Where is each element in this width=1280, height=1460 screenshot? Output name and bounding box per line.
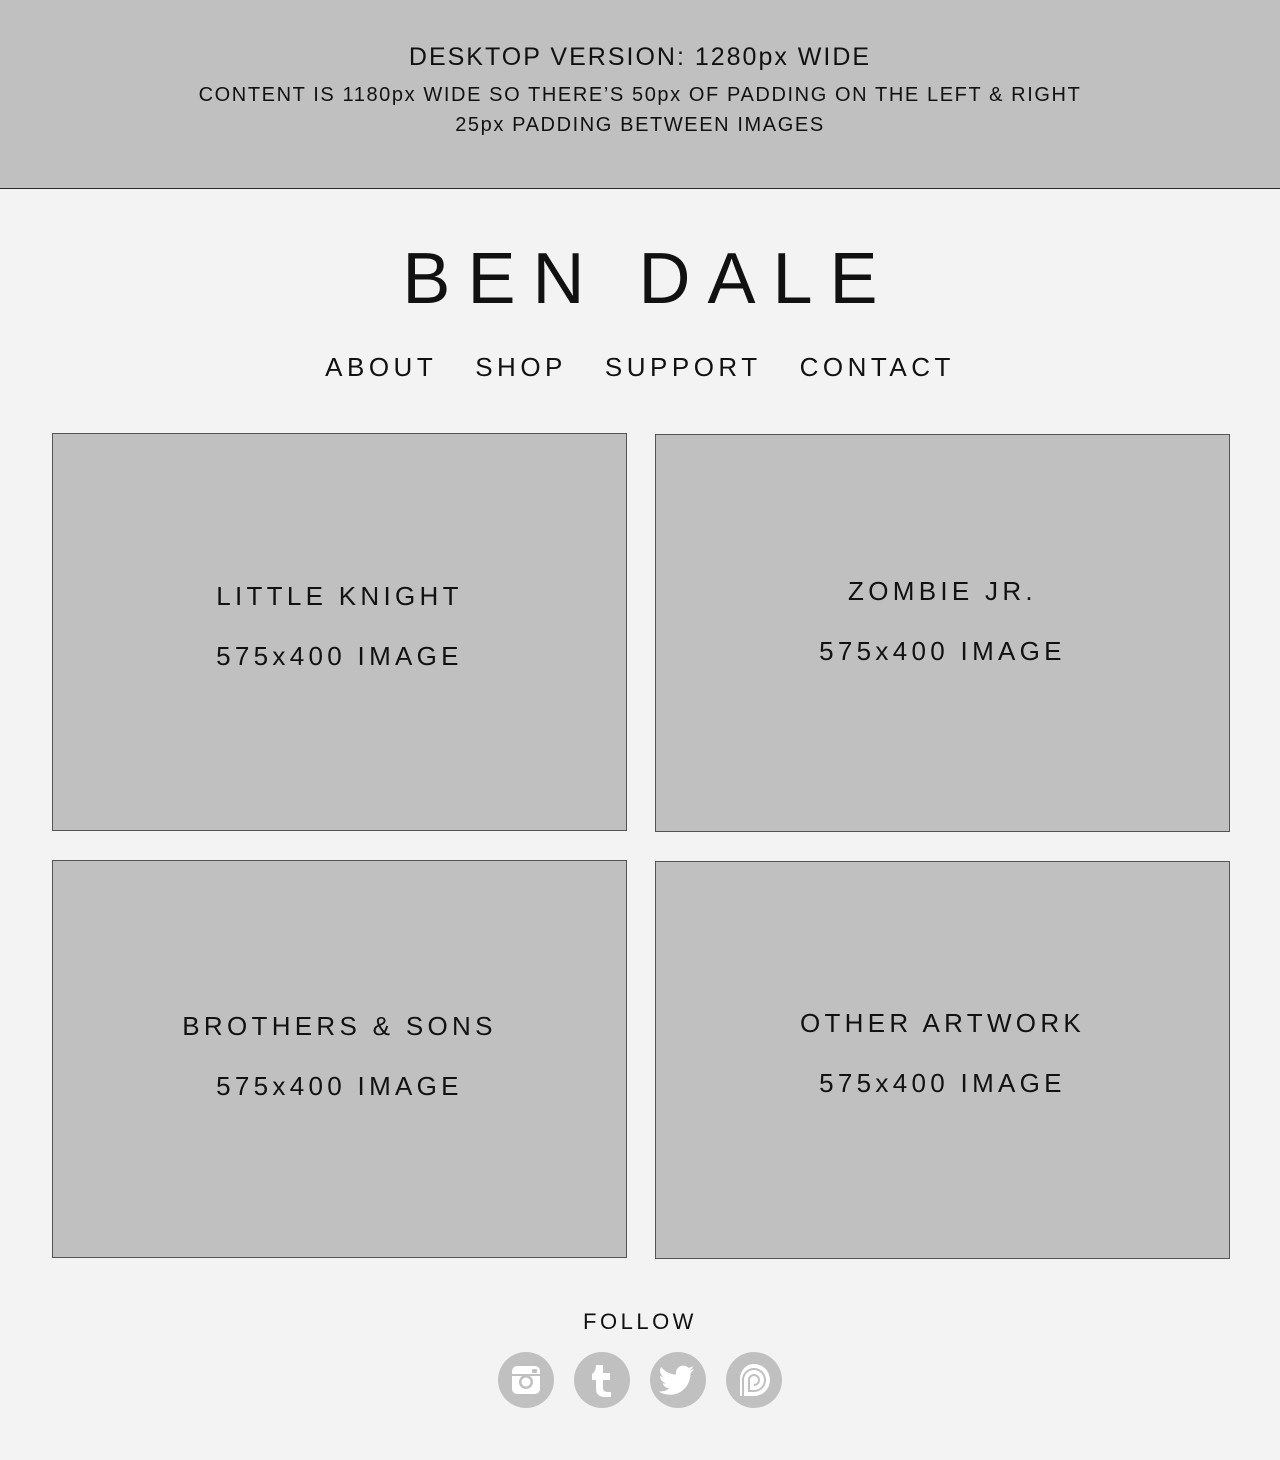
card-caption: 575x400 IMAGE (819, 636, 1066, 666)
info-banner-line-1: CONTENT IS 1180px WIDE SO THERE’S 50px O… (198, 84, 1082, 106)
gallery-card-brothers-and-sons[interactable]: BROTHERS & SONS 575x400 IMAGE (52, 860, 627, 1258)
card-title: LITTLE KNIGHT (216, 581, 463, 611)
card-caption: 575x400 IMAGE (216, 1071, 463, 1101)
card-title: BROTHERS & SONS (182, 1011, 497, 1041)
gallery-card-other-artwork[interactable]: OTHER ARTWORK 575x400 IMAGE (655, 861, 1230, 1259)
card-title: ZOMBIE JR. (848, 576, 1037, 606)
site-title[interactable]: BEN DALE (0, 236, 1280, 322)
main-nav: ABOUT SHOP SUPPORT CONTACT (0, 350, 1280, 384)
social-links (0, 1352, 1280, 1408)
nav-item-shop[interactable]: SHOP (475, 350, 567, 384)
nav-item-contact[interactable]: CONTACT (800, 350, 955, 384)
follow-label: FOLLOW (583, 1309, 697, 1334)
card-caption: 575x400 IMAGE (216, 641, 463, 671)
tumblr-icon[interactable] (574, 1352, 630, 1408)
gallery-card-zombie-jr[interactable]: ZOMBIE JR. 575x400 IMAGE (655, 434, 1230, 832)
info-banner: DESKTOP VERSION: 1280px WIDE CONTENT IS … (0, 0, 1280, 189)
patreon-icon[interactable] (726, 1352, 782, 1408)
card-title: OTHER ARTWORK (799, 1008, 1086, 1038)
nav-item-support[interactable]: SUPPORT (605, 350, 762, 384)
instagram-icon[interactable] (498, 1352, 554, 1408)
info-banner-title: DESKTOP VERSION: 1280px WIDE (408, 43, 872, 71)
info-banner-line-2: 25px PADDING BETWEEN IMAGES (455, 114, 825, 136)
nav-item-about[interactable]: ABOUT (325, 350, 437, 384)
card-caption: 575x400 IMAGE (819, 1068, 1066, 1098)
gallery-card-little-knight[interactable]: LITTLE KNIGHT 575x400 IMAGE (52, 433, 627, 831)
twitter-icon[interactable] (650, 1352, 706, 1408)
